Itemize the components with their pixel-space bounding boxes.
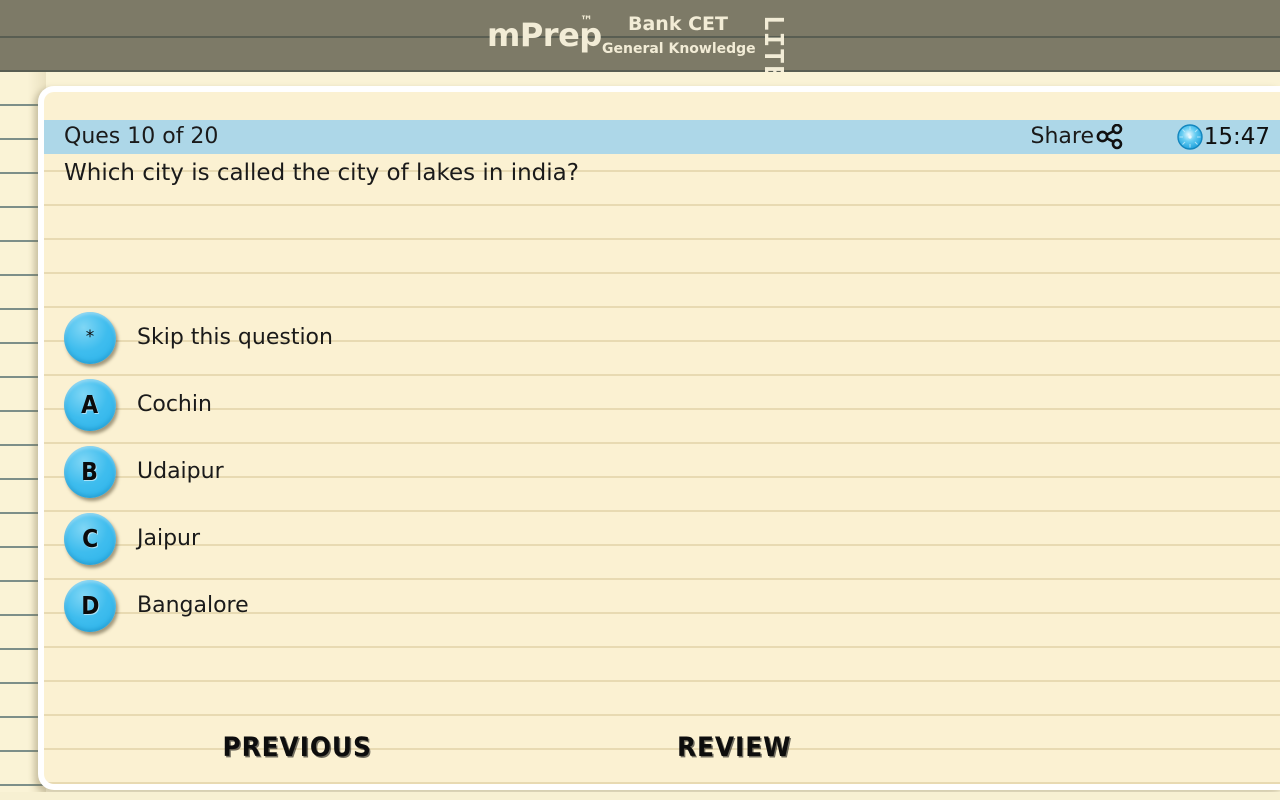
option-a[interactable]: A Cochin xyxy=(44,371,1280,438)
option-a-label: Cochin xyxy=(137,391,212,417)
question-text: Which city is called the city of lakes i… xyxy=(64,160,579,186)
letter-b-icon[interactable]: B xyxy=(64,445,116,498)
trademark-symbol: ™ xyxy=(580,14,593,29)
quiz-timer: 15:47 xyxy=(1177,122,1270,152)
answer-options-list: * Skip this question A Cochin B Udaipur xyxy=(44,304,1280,639)
letter-a-icon[interactable]: A xyxy=(64,378,116,431)
quiz-card: Ques 10 of 20 Share 15:47 Which city is … xyxy=(38,86,1280,790)
share-button[interactable]: Share xyxy=(1031,122,1125,152)
share-icon xyxy=(1096,124,1124,150)
quiz-card-surface: Ques 10 of 20 Share 15:47 Which city is … xyxy=(44,92,1280,784)
option-a-letter: A xyxy=(81,390,99,419)
timer-value: 15:47 xyxy=(1203,124,1270,150)
option-c[interactable]: C Jaipur xyxy=(44,505,1280,572)
option-c-label: Jaipur xyxy=(137,525,201,551)
app-root: mPrep ™ Bank CET General Knowledge LITE … xyxy=(0,0,1280,800)
quiz-footer-nav: PREVIOUS REVIEW xyxy=(44,728,1280,774)
app-header-bar: mPrep ™ Bank CET General Knowledge LITE xyxy=(0,0,1280,72)
exam-subject: General Knowledge xyxy=(602,41,756,57)
option-skip-glyph: * xyxy=(85,327,95,347)
option-b[interactable]: B Udaipur xyxy=(44,438,1280,505)
share-button-label: Share xyxy=(1030,124,1095,149)
option-d-label: Bangalore xyxy=(137,592,249,618)
review-button[interactable]: REVIEW xyxy=(677,728,791,768)
option-b-letter: B xyxy=(81,457,99,486)
lite-edition-badge: LITE xyxy=(743,5,805,72)
option-c-letter: C xyxy=(81,524,99,553)
lite-edition-badge-label: LITE xyxy=(758,15,788,72)
option-skip[interactable]: * Skip this question xyxy=(44,304,1280,371)
question-status-bar: Ques 10 of 20 Share 15:47 xyxy=(44,120,1280,154)
letter-d-icon[interactable]: D xyxy=(64,579,116,632)
option-skip-label: Skip this question xyxy=(137,324,333,350)
asterisk-icon[interactable]: * xyxy=(64,311,116,364)
option-b-label: Udaipur xyxy=(137,458,224,484)
option-d-letter: D xyxy=(80,591,100,620)
clock-icon xyxy=(1177,124,1203,150)
letter-c-icon[interactable]: C xyxy=(64,512,116,565)
question-counter: Ques 10 of 20 xyxy=(64,124,219,149)
exam-title: Bank CET xyxy=(628,13,728,35)
previous-button[interactable]: PREVIOUS xyxy=(222,728,371,768)
page-bottom-strip xyxy=(0,792,1280,800)
option-d[interactable]: D Bangalore xyxy=(44,572,1280,639)
